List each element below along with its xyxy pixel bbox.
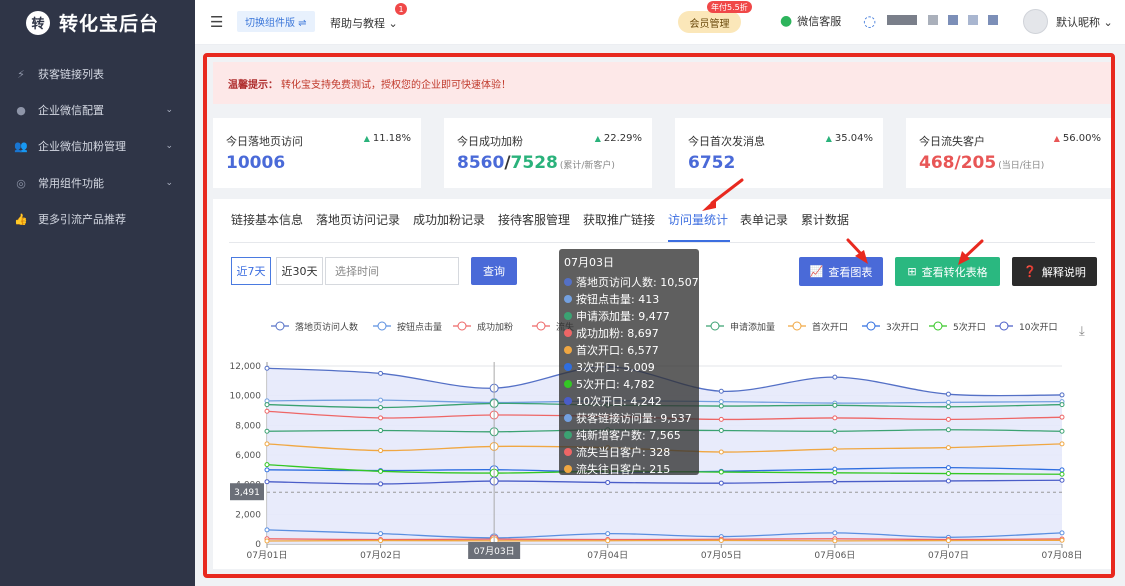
- annotation-arrows: [702, 178, 984, 265]
- arrow-head: [702, 198, 716, 211]
- arrow-table: [963, 239, 984, 259]
- arrow-head: [855, 250, 868, 264]
- arrow-tab: [710, 178, 744, 205]
